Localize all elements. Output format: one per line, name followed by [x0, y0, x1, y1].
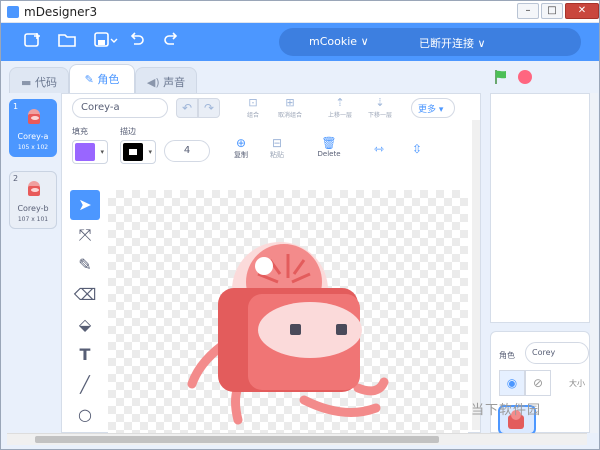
group-icon: ⊡: [248, 96, 258, 109]
outline-width-input[interactable]: 4: [164, 140, 210, 162]
stage-preview[interactable]: [490, 93, 590, 323]
outline-swatch: [123, 143, 143, 161]
open-folder-icon[interactable]: [57, 32, 77, 52]
fill-color-picker[interactable]: ▾: [72, 140, 108, 164]
close-button[interactable]: ✕: [565, 3, 599, 19]
tab-costume[interactable]: ✎ 角色: [69, 64, 135, 94]
paint-canvas[interactable]: [108, 190, 468, 434]
device-selector[interactable]: mCookie ∨: [309, 35, 369, 48]
code-icon: ▬: [21, 76, 32, 89]
forward-button[interactable]: ⇡ 上移一层: [320, 96, 360, 119]
undo-icon[interactable]: ↶: [176, 98, 198, 118]
stop-icon[interactable]: [517, 69, 533, 85]
sprite-name-input[interactable]: Corey: [525, 342, 589, 364]
fill-swatch: [75, 143, 95, 161]
hide-eye-icon[interactable]: ⊘: [525, 370, 551, 396]
title-bar: mDesigner3 – □ ✕: [1, 1, 599, 23]
connection-selector[interactable]: 已断开连接 ∨: [419, 35, 486, 51]
undo-icon[interactable]: [127, 32, 147, 52]
costume-thumbnail: [28, 109, 40, 124]
device-label: mCookie: [309, 35, 358, 48]
trash-icon: 🗑: [321, 136, 337, 150]
arrow-down-icon: ⇣: [375, 96, 385, 109]
outline-label: 描边: [120, 127, 136, 136]
circle-tool-icon[interactable]: ○: [70, 400, 100, 430]
arrow-up-icon: ⇡: [335, 96, 345, 109]
device-connection-bar: mCookie ∨ 已断开连接 ∨: [279, 28, 581, 56]
sprite-label: 角色: [499, 351, 515, 360]
ungroup-button[interactable]: ⊞ 取消组合: [270, 96, 310, 119]
app-window: mDesigner3 – □ ✕ mCookie ∨ 已断开连接 ∨ ▬ 代码 …: [0, 0, 600, 450]
chevron-down-icon: ∨: [360, 35, 369, 48]
minimize-button[interactable]: –: [517, 3, 539, 19]
copy-icon: ⊕: [235, 136, 247, 150]
caret-down-icon: ▾: [100, 148, 104, 156]
horizontal-scrollbar[interactable]: [7, 433, 587, 445]
costume-thumbnail: [28, 181, 40, 196]
outline-color-picker[interactable]: ▾: [120, 140, 156, 164]
green-flag-icon[interactable]: [493, 69, 509, 85]
paste-icon: ⊟: [271, 136, 283, 150]
line-tool-icon[interactable]: ╱: [70, 370, 100, 400]
sound-icon: ◀): [146, 76, 160, 89]
brush-icon: ✎: [84, 73, 94, 86]
scrollbar-thumb[interactable]: [35, 436, 439, 443]
costume-item[interactable]: 2 Corey-b 107 x 101: [9, 171, 57, 229]
show-eye-icon[interactable]: ◉: [499, 370, 525, 396]
group-button[interactable]: ⊡ 组合: [236, 96, 270, 119]
costume-item[interactable]: 1 Corey-a 105 x 102: [9, 99, 57, 157]
eraser-tool-icon[interactable]: ⌫: [70, 280, 100, 310]
paint-tools: ➤ ⤧ ✎ ⌫ ⬙ T ╱ ○: [70, 190, 100, 430]
redo-icon[interactable]: ↷: [198, 98, 220, 118]
vertical-scrollbar[interactable]: [472, 120, 480, 430]
flip-horizontal-button[interactable]: ⇿: [368, 142, 390, 156]
select-tool-icon[interactable]: ➤: [70, 190, 100, 220]
redo-icon[interactable]: [161, 32, 181, 52]
connection-label: 已断开连接: [419, 37, 474, 50]
costume-name-input[interactable]: Corey-a: [72, 98, 168, 118]
app-icon: [7, 6, 19, 18]
fill-tool-icon[interactable]: ⬙: [70, 310, 100, 340]
watermark-text: 当下软件园: [471, 403, 542, 418]
new-file-icon[interactable]: [23, 32, 43, 52]
brush-tool-icon[interactable]: ✎: [70, 250, 100, 280]
window-title: mDesigner3: [24, 5, 98, 19]
paste-button[interactable]: ⊟ 粘贴: [264, 136, 290, 160]
reshape-tool-icon[interactable]: ⤧: [70, 220, 100, 250]
copy-button[interactable]: ⊕ 复制: [228, 136, 254, 160]
tab-row: ▬ 代码 ✎ 角色 ◀) 声音: [1, 61, 599, 94]
chevron-down-icon: ∨: [477, 37, 486, 50]
text-tool-icon[interactable]: T: [70, 340, 100, 370]
save-menu-icon[interactable]: [93, 32, 119, 52]
maximize-button[interactable]: □: [541, 3, 563, 19]
ungroup-icon: ⊞: [285, 96, 295, 109]
fill-label: 填充: [72, 127, 88, 136]
paint-editor: Corey-a ↶ ↷ ⊡ 组合 ⊞ 取消组合 ⇡ 上移一层 ⇣ 下移一层 更多 ▾ 填…: [61, 93, 481, 434]
tab-sound[interactable]: ◀) 声音: [135, 67, 197, 93]
delete-button[interactable]: 🗑 Delete: [312, 136, 346, 158]
caret-down-icon: ▾: [438, 105, 444, 115]
more-dropdown[interactable]: 更多 ▾: [411, 98, 455, 118]
flip-vertical-icon: ⇳: [411, 142, 423, 156]
backward-button[interactable]: ⇣ 下移一层: [360, 96, 400, 119]
caret-down-icon: ▾: [148, 148, 152, 156]
right-scrollbar[interactable]: [590, 93, 598, 433]
costume-list: 1 Corey-a 105 x 102 2 Corey-b 107 x 101: [5, 93, 57, 433]
size-label: 大小: [569, 379, 585, 388]
flip-horizontal-icon: ⇿: [373, 142, 385, 156]
flip-vertical-button[interactable]: ⇳: [406, 142, 428, 156]
corey-sprite-drawing: [187, 242, 389, 425]
tab-code[interactable]: ▬ 代码: [9, 67, 69, 93]
